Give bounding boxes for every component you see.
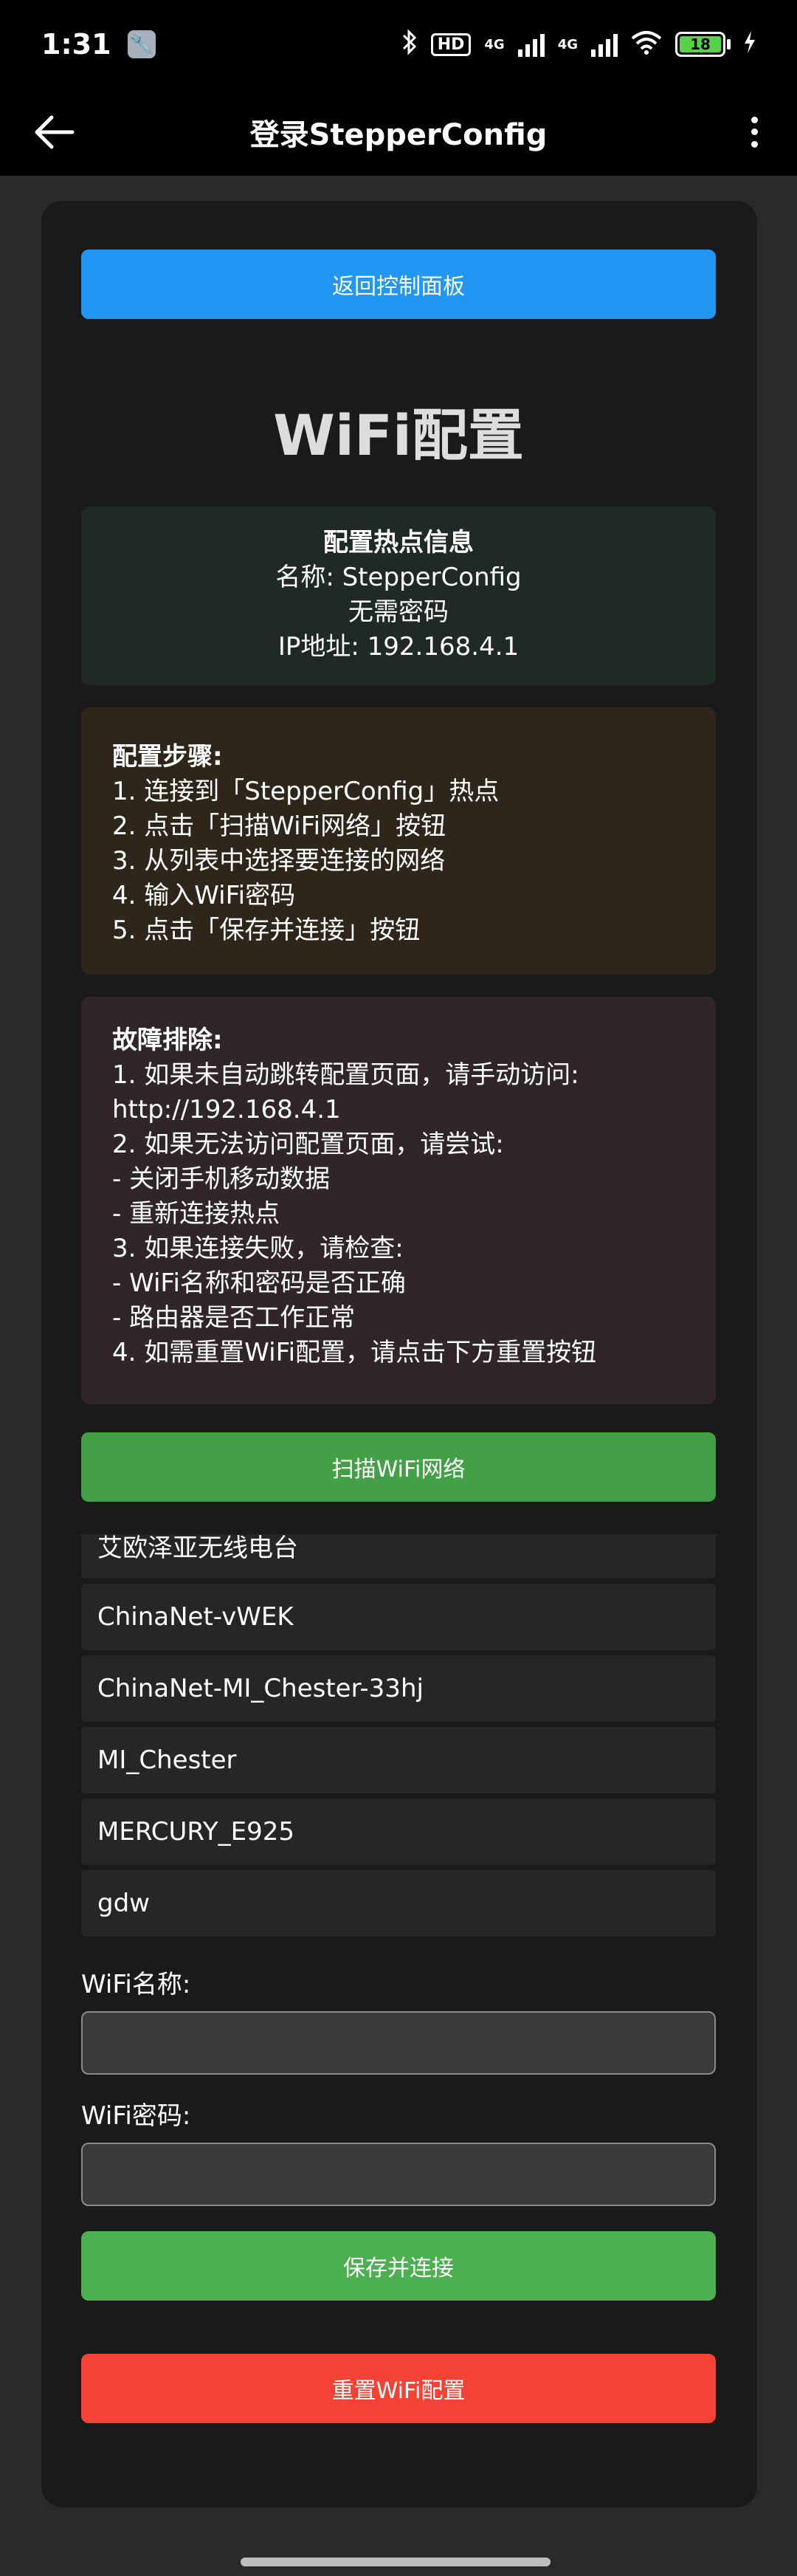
step-item: 3. 从列表中选择要连接的网络 bbox=[112, 846, 446, 876]
troubleshoot-item: 4. 如需重置WiFi配置，请点击下方重置按钮 bbox=[112, 1338, 597, 1367]
wifi-network-item[interactable]: ChinaNet-vWEK bbox=[81, 1584, 716, 1650]
scan-wifi-button[interactable]: 扫描WiFi网络 bbox=[81, 1432, 716, 1502]
hotspot-name: 名称: StepperConfig bbox=[275, 563, 522, 592]
ssid-label: WiFi名称: bbox=[81, 1970, 191, 1999]
password-input[interactable] bbox=[81, 2143, 716, 2206]
troubleshoot-item: http://192.168.4.1 bbox=[112, 1095, 341, 1124]
wifi-icon bbox=[631, 30, 662, 60]
troubleshoot-item: 2. 如果无法访问配置页面，请尝试: bbox=[112, 1130, 504, 1159]
ssid-input[interactable] bbox=[81, 2011, 716, 2075]
hotspot-info-box: 配置热点信息 名称: StepperConfig 无需密码 IP地址: 192.… bbox=[81, 506, 716, 685]
status-bar: 1:31 🔧 HD 4G 4G 18 bbox=[0, 0, 797, 89]
config-steps-box: 配置步骤: 1. 连接到「StepperConfig」热点 2. 点击「扫描Wi… bbox=[81, 707, 716, 975]
reset-wifi-button[interactable]: 重置WiFi配置 bbox=[81, 2354, 716, 2423]
net-label-2: 4G bbox=[557, 36, 578, 52]
troubleshoot-title: 故障排除: bbox=[112, 1026, 223, 1055]
wifi-network-item[interactable]: MERCURY_E925 bbox=[81, 1799, 716, 1865]
back-arrow-icon[interactable] bbox=[31, 109, 77, 155]
bluetooth-icon bbox=[401, 28, 418, 61]
page-title: 登录StepperConfig bbox=[249, 118, 548, 152]
battery-level: 18 bbox=[680, 35, 721, 53]
more-options-icon[interactable] bbox=[739, 108, 769, 157]
troubleshoot-item: - 路由器是否工作正常 bbox=[112, 1303, 356, 1333]
hd-badge: HD bbox=[430, 32, 472, 56]
troubleshoot-item: 1. 如果未自动跳转配置页面，请手动访问: bbox=[112, 1060, 579, 1090]
save-and-connect-button[interactable]: 保存并连接 bbox=[81, 2231, 716, 2301]
app-bar: 登录StepperConfig bbox=[0, 89, 797, 176]
gesture-nav-handle[interactable] bbox=[241, 2558, 551, 2566]
wrench-icon: 🔧 bbox=[127, 30, 156, 58]
steps-title: 配置步骤: bbox=[112, 742, 223, 772]
password-label: WiFi密码: bbox=[81, 2101, 191, 2131]
hotspot-info-title: 配置热点信息 bbox=[323, 528, 474, 557]
hotspot-ip: IP地址: 192.168.4.1 bbox=[277, 632, 520, 662]
signal-icon-2 bbox=[591, 32, 618, 57]
status-time: 1:31 bbox=[41, 28, 111, 61]
back-to-panel-button[interactable]: 返回控制面板 bbox=[81, 250, 716, 319]
troubleshoot-item: - 关闭手机移动数据 bbox=[112, 1164, 331, 1194]
status-icons: HD 4G 4G 18 bbox=[401, 28, 756, 61]
battery-icon: 18 bbox=[675, 32, 731, 57]
wifi-network-item[interactable]: gdw bbox=[81, 1870, 716, 1937]
wifi-network-item[interactable]: ChinaNet-MI_Chester-33hj bbox=[81, 1655, 716, 1722]
troubleshoot-item: - 重新连接热点 bbox=[112, 1199, 280, 1229]
troubleshoot-item: 3. 如果连接失败，请检查: bbox=[112, 1234, 404, 1263]
troubleshoot-box: 故障排除: 1. 如果未自动跳转配置页面，请手动访问: http://192.1… bbox=[81, 997, 716, 1404]
wifi-network-item[interactable]: 艾欧泽亚无线电台 bbox=[81, 1534, 716, 1579]
hotspot-password: 无需密码 bbox=[348, 597, 449, 627]
wifi-network-list[interactable]: 艾欧泽亚无线电台 ChinaNet-vWEK ChinaNet-MI_Chest… bbox=[81, 1534, 716, 1937]
wifi-config-heading: WiFi配置 bbox=[273, 402, 524, 468]
step-item: 1. 连接到「StepperConfig」热点 bbox=[112, 777, 500, 806]
step-item: 4. 输入WiFi密码 bbox=[112, 881, 296, 910]
step-item: 2. 点击「扫描WiFi网络」按钮 bbox=[112, 811, 446, 841]
net-label-1: 4G bbox=[484, 36, 505, 52]
charging-icon bbox=[744, 30, 756, 58]
signal-icon bbox=[517, 32, 545, 57]
troubleshoot-item: - WiFi名称和密码是否正确 bbox=[112, 1268, 406, 1298]
wifi-network-item[interactable]: MI_Chester bbox=[81, 1727, 716, 1793]
step-item: 5. 点击「保存并连接」按钮 bbox=[112, 916, 421, 945]
